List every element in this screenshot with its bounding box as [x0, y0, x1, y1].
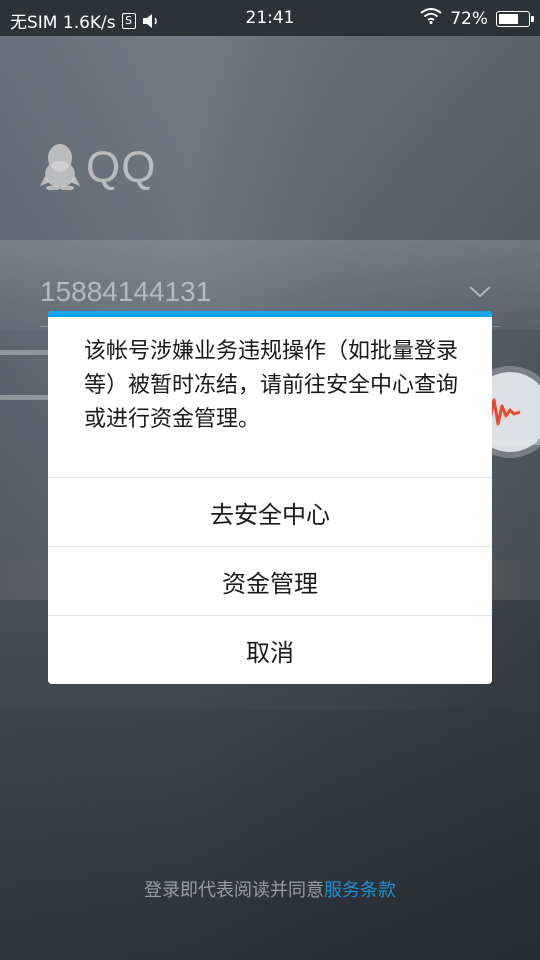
- wifi-icon: [420, 8, 442, 29]
- status-bar: 无SIM 1.6K/s S 21:41 72%: [0, 0, 540, 36]
- battery-fill: [499, 13, 518, 24]
- account-frozen-dialog: 该帐号涉嫌业务违规操作（如批量登录等）被暂时冻结，请前往安全中心查询或进行资金管…: [48, 311, 492, 684]
- battery-percent: 72%: [450, 8, 488, 29]
- dialog-message: 该帐号涉嫌业务违规操作（如批量登录等）被暂时冻结，请前往安全中心查询或进行资金管…: [84, 339, 459, 432]
- terms-footer: 登录即代表阅读并同意服务条款: [0, 876, 540, 902]
- battery-icon: [496, 10, 534, 27]
- dialog-accent-bar: [48, 311, 492, 317]
- terms-text: 登录即代表阅读并同意: [144, 880, 324, 901]
- terms-link[interactable]: 服务条款: [324, 880, 396, 901]
- cancel-button[interactable]: 取消: [48, 615, 492, 684]
- security-center-button[interactable]: 去安全中心: [48, 477, 492, 546]
- fund-management-button[interactable]: 资金管理: [48, 546, 492, 615]
